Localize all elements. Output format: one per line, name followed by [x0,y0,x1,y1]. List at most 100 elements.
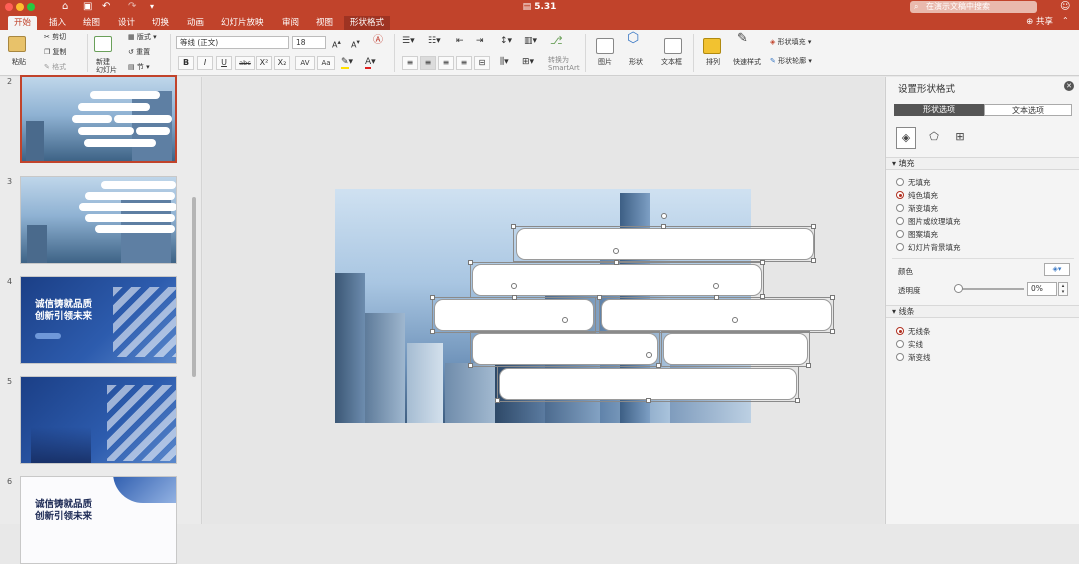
rounded-rectangle-shape[interactable] [472,264,762,296]
rounded-rectangle-shape[interactable] [472,333,658,365]
increase-font-size-button[interactable]: A▴ [332,38,341,50]
arrange-button[interactable]: 排列 [706,58,720,67]
textbox-button[interactable]: 文本框 [661,58,682,67]
radio-gradient-line[interactable]: 渐变线 [896,353,931,363]
highlight-icon[interactable]: ✎▾ [341,57,353,69]
resize-handle[interactable] [430,295,435,300]
reset-button[interactable]: ↺ 重置 [128,48,150,57]
slide-thumbnail-pane[interactable]: 2 3 4 诚信铸就品质 创新引领未来 5 6 诚信铸就品质 创新引领未来 [0,75,202,564]
line-section-header[interactable]: ▾ 线条 [886,305,1079,318]
section-button[interactable]: ▤ 节 ▾ [128,63,150,72]
rounded-rectangle-shape[interactable] [434,299,594,331]
tab-home[interactable]: 开始 [8,16,38,30]
resize-handle[interactable] [614,260,619,265]
tab-transitions[interactable]: 切换 [146,16,175,30]
rounded-rectangle-shape[interactable] [601,299,832,331]
columns-icon[interactable]: ▥▾ [524,37,537,46]
rotate-handle[interactable] [713,283,719,289]
rotate-handle[interactable] [562,317,568,323]
rotate-handle[interactable] [732,317,738,323]
collapse-ribbon-icon[interactable]: ⌃ [1062,15,1069,27]
slide-editing-canvas[interactable] [203,77,884,524]
share-button[interactable]: ⊕ 共享 [1026,16,1053,28]
font-name-select[interactable]: 等线 (正文) [176,36,289,49]
resize-handle[interactable] [646,398,651,403]
tab-animations[interactable]: 动画 [181,16,210,30]
radio-slide-background-fill[interactable]: 幻灯片背景填充 [896,243,961,253]
format-painter-button[interactable]: ✎ 格式 [44,63,66,72]
tab-text-options[interactable]: 文本选项 [984,104,1072,116]
transparency-stepper[interactable]: ▴ ▾ [1058,282,1068,296]
resize-handle[interactable] [430,329,435,334]
text-direction-icon[interactable]: ⫼▾ [500,58,509,67]
effects-icon[interactable]: ⬠ [924,127,944,149]
font-size-select[interactable]: 18 [292,36,326,49]
slide-thumbnail-6[interactable]: 诚信铸就品质 创新引领未来 [20,476,177,564]
picture-button[interactable]: 图片 [598,58,612,67]
tab-draw[interactable]: 绘图 [77,16,106,30]
resize-handle[interactable] [714,295,719,300]
resize-handle[interactable] [512,295,517,300]
slide-thumbnail-4[interactable]: 诚信铸就品质 创新引领未来 [20,276,177,364]
textbox-icon[interactable] [664,38,682,54]
tab-shape-format[interactable]: 形状格式 [344,16,391,30]
transparency-slider[interactable] [954,284,1024,293]
size-properties-icon[interactable]: ⊞ [950,127,970,149]
font-color-icon[interactable]: A▾ [365,57,376,69]
resize-handle[interactable] [760,294,765,299]
transparency-input[interactable]: 0% [1027,282,1057,296]
resize-handle[interactable] [830,295,835,300]
rotate-handle[interactable] [646,352,652,358]
tab-shape-options[interactable]: 形状选项 [894,104,984,116]
clear-formatting-icon[interactable]: Ⓐ [373,36,383,46]
rotate-handle[interactable] [511,283,517,289]
resize-handle[interactable] [656,363,661,368]
tab-design[interactable]: 设计 [112,16,141,30]
underline-button[interactable]: U [216,56,232,70]
resize-handle[interactable] [811,224,816,229]
slide-thumbnail-3[interactable] [20,176,177,264]
shapes-button[interactable]: 形状 [629,58,643,67]
cut-button[interactable]: ✂ 剪切 [44,33,66,42]
smartart-icon[interactable]: ⎇ [550,35,563,46]
fill-line-icon[interactable]: ◈ [896,127,916,149]
shapes-icon[interactable]: ⬡ [627,31,639,45]
close-pane-icon[interactable]: ✕ [1064,81,1074,91]
new-slide-icon[interactable] [94,36,112,52]
fill-section-header[interactable]: ▾ 填充 [886,157,1079,170]
resize-handle[interactable] [830,329,835,334]
slide-thumbnail-2[interactable] [20,75,177,163]
change-case-button[interactable]: Aa [317,56,335,70]
arrange-icon[interactable] [703,38,721,54]
decrease-indent-icon[interactable]: ⇤ [456,37,464,46]
resize-handle[interactable] [597,295,602,300]
numbering-icon[interactable]: ☷▾ [428,37,441,46]
layout-button[interactable]: ▦ 版式 ▾ [128,33,157,42]
radio-solid-fill[interactable]: 纯色填充 [896,191,938,201]
resize-handle[interactable] [468,260,473,265]
slide-thumbnail-5[interactable] [20,376,177,464]
bullets-icon[interactable]: ☰▾ [402,37,415,46]
align-text-icon[interactable]: ⊞▾ [522,58,534,67]
shape-outline-button[interactable]: ✎ 形状轮廓 ▾ [770,57,812,66]
radio-picture-texture-fill[interactable]: 图片或纹理填充 [896,217,961,227]
account-icon[interactable]: ☺ [1060,1,1070,13]
shape-fill-button[interactable]: ◈ 形状填充 ▾ [770,38,811,47]
resize-handle[interactable] [795,398,800,403]
slider-knob[interactable] [954,284,963,293]
increase-indent-icon[interactable]: ⇥ [476,37,484,46]
tab-slideshow[interactable]: 幻灯片放映 [215,16,270,30]
resize-handle[interactable] [495,398,500,403]
radio-no-fill[interactable]: 无填充 [896,178,931,188]
radio-no-line[interactable]: 无线条 [896,327,931,337]
picture-icon[interactable] [596,38,614,54]
resize-handle[interactable] [468,363,473,368]
resize-handle[interactable] [511,224,516,229]
line-spacing-icon[interactable]: ↕▾ [500,37,512,46]
tab-insert[interactable]: 插入 [43,16,72,30]
radio-gradient-fill[interactable]: 渐变填充 [896,204,938,214]
rounded-rectangle-shape[interactable] [516,228,814,260]
paste-button[interactable]: 粘贴 [12,58,26,67]
quick-styles-icon[interactable]: ✎ [737,32,748,45]
thumbnail-scrollbar[interactable] [192,197,196,377]
